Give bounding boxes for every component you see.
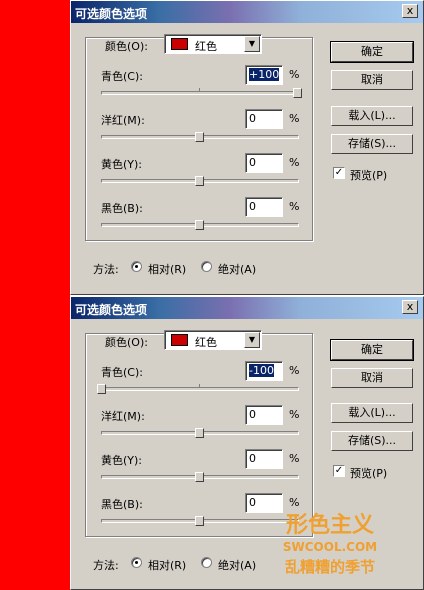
black-slider-thumb[interactable] — [195, 220, 204, 230]
cyan-slider[interactable] — [97, 384, 299, 394]
method-label: 方法: — [93, 559, 119, 572]
magenta-slider[interactable] — [101, 428, 299, 438]
cancel-button[interactable]: 取消 — [331, 368, 413, 388]
load-button[interactable]: 载入(L)... — [331, 403, 413, 423]
relative-radio[interactable] — [131, 261, 142, 272]
percent-sign: % — [289, 452, 300, 465]
colors-dropdown[interactable]: 红色 ▼ — [164, 34, 262, 54]
slider-center-tick — [199, 88, 200, 91]
magenta-slider-thumb[interactable] — [195, 132, 204, 142]
cyan-input[interactable]: +100 — [245, 65, 283, 85]
yellow-slider[interactable] — [101, 176, 299, 186]
slider-center-tick — [199, 384, 200, 387]
absolute-radio[interactable] — [201, 557, 212, 568]
percent-sign: % — [289, 68, 300, 81]
method-label: 方法: — [93, 263, 119, 276]
load-button[interactable]: 载入(L)... — [331, 106, 413, 126]
black-label: 黑色(B): — [101, 202, 143, 215]
color-swatch — [171, 334, 188, 346]
cancel-button[interactable]: 取消 — [331, 70, 413, 90]
colors-label: 颜色(O): — [105, 336, 148, 349]
ok-button[interactable]: 确定 — [330, 339, 414, 361]
watermark-site: SWCOOL.COM — [283, 540, 377, 554]
relative-radio[interactable] — [131, 557, 142, 568]
yellow-slider-thumb[interactable] — [195, 472, 204, 482]
cyan-value: +100 — [249, 68, 280, 81]
checkmark-icon: ✓ — [334, 465, 344, 476]
percent-sign: % — [289, 200, 300, 213]
magenta-label: 洋红(M): — [101, 114, 145, 127]
colors-dropdown-value: 红色 — [195, 336, 217, 349]
yellow-label: 黄色(Y): — [101, 454, 143, 467]
chevron-down-icon[interactable]: ▼ — [244, 332, 260, 348]
save-button[interactable]: 存储(S)... — [331, 134, 413, 154]
yellow-input[interactable]: 0 — [245, 153, 283, 173]
preview-label: 预览(P) — [350, 467, 388, 480]
close-button[interactable]: x — [402, 300, 418, 314]
ok-button[interactable]: 确定 — [330, 41, 414, 63]
percent-sign: % — [289, 364, 300, 377]
percent-sign: % — [289, 496, 300, 509]
chevron-down-icon[interactable]: ▼ — [244, 36, 260, 52]
colors-label: 颜色(O): — [105, 40, 148, 53]
yellow-input[interactable]: 0 — [245, 449, 283, 469]
yellow-slider[interactable] — [101, 472, 299, 482]
relative-label: 相对(R) — [148, 263, 187, 276]
yellow-label: 黄色(Y): — [101, 158, 143, 171]
color-swatch — [171, 38, 188, 50]
cyan-value: -100 — [249, 364, 274, 377]
cyan-slider[interactable] — [101, 88, 302, 98]
cyan-slider-thumb[interactable] — [293, 88, 302, 98]
watermark-logo: 形色主义 SWCOOL.COM 乱糟糟的季节 — [283, 512, 377, 576]
cyan-label: 青色(C): — [101, 366, 143, 379]
checkmark-icon: ✓ — [334, 167, 344, 178]
magenta-input[interactable]: 0 — [245, 109, 283, 129]
absolute-label: 绝对(A) — [218, 263, 257, 276]
percent-sign: % — [289, 112, 300, 125]
absolute-radio[interactable] — [201, 261, 212, 272]
relative-label: 相对(R) — [148, 559, 187, 572]
magenta-slider[interactable] — [101, 132, 299, 142]
black-slider[interactable] — [101, 220, 299, 230]
cyan-label: 青色(C): — [101, 70, 143, 83]
black-slider-thumb[interactable] — [195, 516, 204, 526]
colors-dropdown-value: 红色 — [195, 40, 217, 53]
cyan-input[interactable]: -100 — [245, 361, 283, 381]
title-bar[interactable]: 可选颜色选项 x — [71, 297, 423, 319]
close-button[interactable]: x — [402, 4, 418, 18]
save-button[interactable]: 存储(S)... — [331, 431, 413, 451]
magenta-input[interactable]: 0 — [245, 405, 283, 425]
red-background-strip — [0, 0, 70, 590]
yellow-slider-thumb[interactable] — [195, 176, 204, 186]
black-input[interactable]: 0 — [245, 197, 283, 217]
magenta-label: 洋红(M): — [101, 410, 145, 423]
percent-sign: % — [289, 408, 300, 421]
absolute-label: 绝对(A) — [218, 559, 257, 572]
preview-checkbox[interactable]: ✓ — [333, 465, 345, 477]
watermark-tagline: 乱糟糟的季节 — [285, 558, 375, 576]
magenta-slider-thumb[interactable] — [195, 428, 204, 438]
selective-color-dialog-1: 可选颜色选项 x 颜色(O): 红色 ▼ 青色(C): +100 % 洋红(M)… — [70, 0, 424, 295]
colors-dropdown[interactable]: 红色 ▼ — [164, 330, 262, 350]
dialog-title: 可选颜色选项 — [75, 7, 148, 21]
preview-label: 预览(P) — [350, 169, 388, 182]
percent-sign: % — [289, 156, 300, 169]
cyan-slider-thumb[interactable] — [97, 384, 106, 394]
black-label: 黑色(B): — [101, 498, 143, 511]
watermark-brand: 形色主义 — [286, 512, 374, 538]
preview-checkbox[interactable]: ✓ — [333, 167, 345, 179]
title-bar[interactable]: 可选颜色选项 x — [71, 1, 423, 23]
dialog-title: 可选颜色选项 — [75, 303, 148, 317]
